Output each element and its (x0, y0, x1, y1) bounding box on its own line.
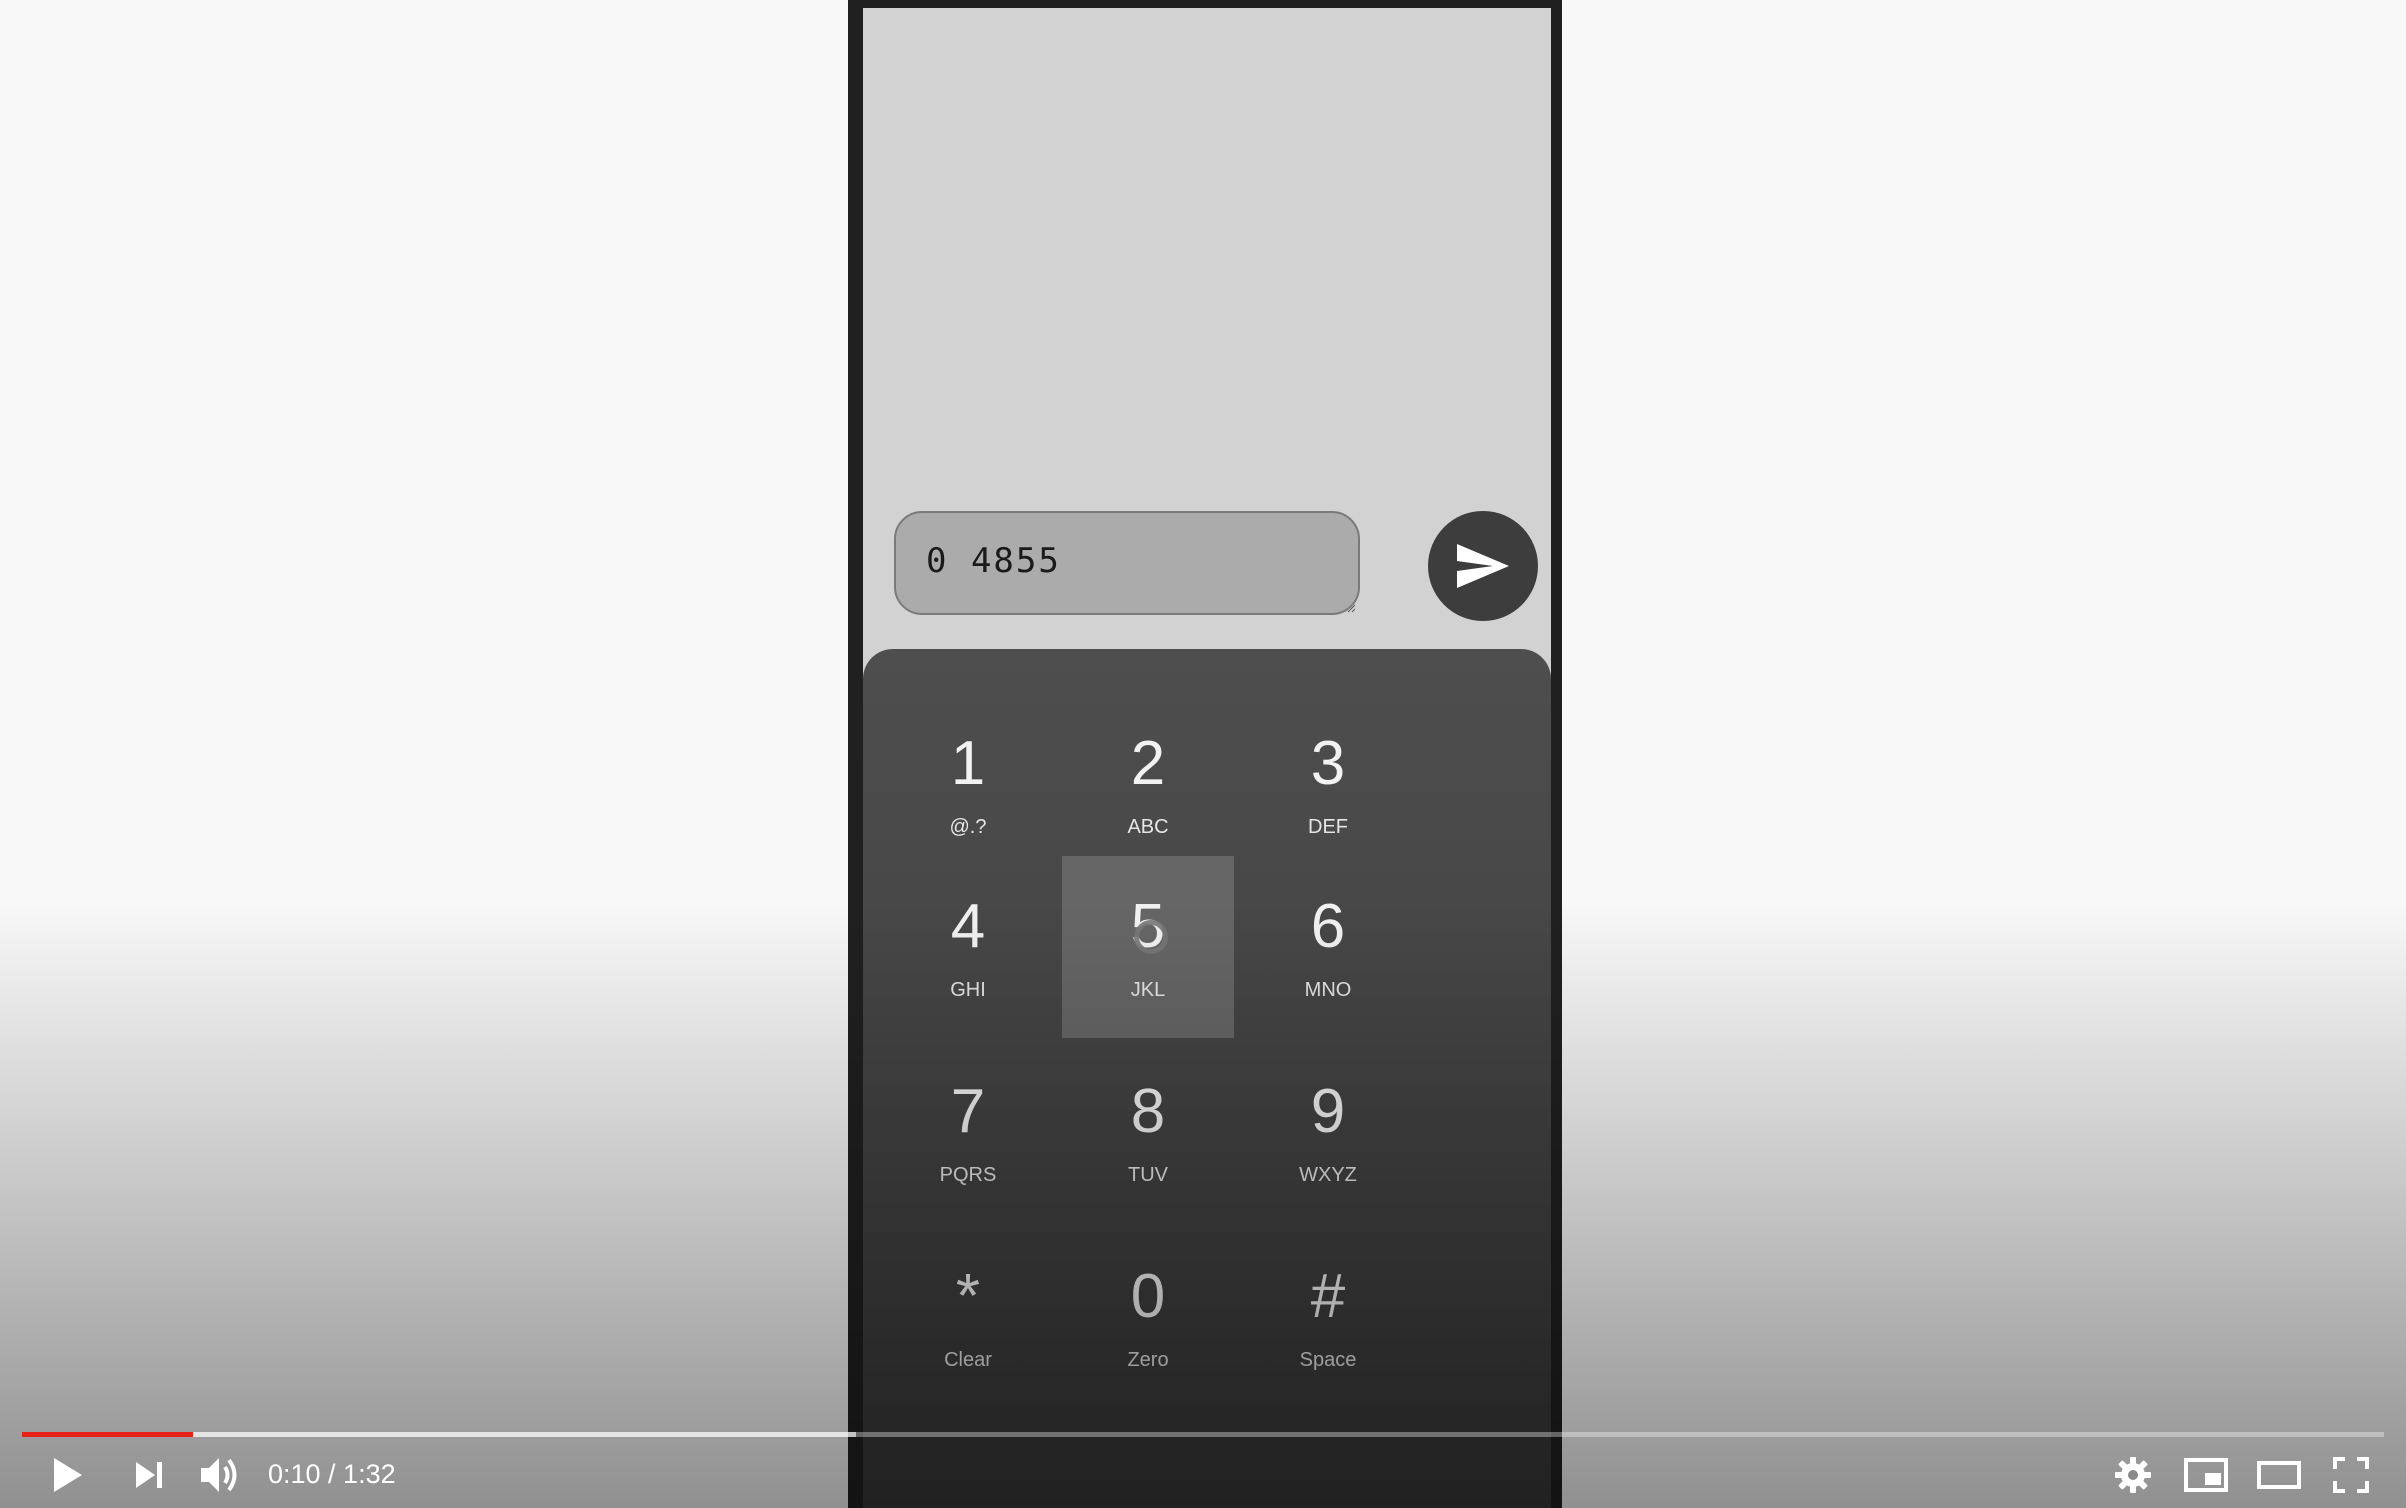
fullscreen-icon (2333, 1457, 2369, 1493)
send-icon (1457, 544, 1509, 588)
dial-keypad: 1 @.? 2 ABC 3 DEF 4 GHI 5 JKL 6 MNO 7 PQRS 8 TUV 9 WXYZ * C… (863, 649, 1551, 1508)
key-1[interactable]: 1 @.? (882, 693, 1054, 875)
key-letters: Clear (944, 1349, 992, 1371)
key-3[interactable]: 3 DEF (1242, 693, 1414, 875)
send-button[interactable] (1428, 511, 1538, 621)
key-letters: Space (1299, 1349, 1357, 1371)
key-digit: 3 (1310, 729, 1346, 798)
theater-mode-button[interactable] (2252, 1450, 2306, 1500)
key-letters: WXYZ (1299, 1164, 1357, 1186)
next-icon (136, 1462, 162, 1488)
play-icon (54, 1458, 82, 1492)
key-letters: ABC (1127, 816, 1169, 838)
key-2[interactable]: 2 ABC (1062, 693, 1234, 875)
key-digit: 8 (1130, 1077, 1166, 1146)
mute-button[interactable] (196, 1450, 246, 1500)
video-frame: 1 @.? 2 ABC 3 DEF 4 GHI 5JKL 6 MNO 7 PQRS 8 TUV 9 WXYZ * C… (0, 0, 2406, 1508)
key-letters: Zero (1127, 1349, 1169, 1371)
key-digit: # (1310, 1262, 1346, 1331)
key-letters: JKL (1130, 979, 1166, 1001)
key-letters: GHI (950, 979, 986, 1001)
key-0[interactable]: 0 Zero (1062, 1226, 1234, 1408)
key-9[interactable]: 9 WXYZ (1242, 1041, 1414, 1223)
resize-grip-icon[interactable] (1346, 603, 1356, 613)
touch-indicator-icon (1134, 920, 1168, 954)
fullscreen-button[interactable] (2326, 1450, 2376, 1500)
play-button[interactable] (42, 1450, 92, 1500)
theater-icon (2257, 1461, 2301, 1489)
key-letters: DEF (1308, 816, 1348, 838)
key-5[interactable]: 5 JKL (1062, 856, 1234, 1038)
key-hash[interactable]: # Space (1242, 1226, 1414, 1408)
key-letters: TUV (1128, 1164, 1168, 1186)
key-letters: @.? (949, 816, 987, 838)
progress-played (22, 1432, 194, 1437)
key-digit: 6 (1310, 892, 1346, 961)
key-6[interactable]: 6 MNO (1242, 856, 1414, 1038)
key-letters: MNO (1304, 979, 1352, 1001)
next-button[interactable] (124, 1450, 174, 1500)
key-digit: 4 (950, 892, 986, 961)
phone-frame: 1 @.? 2 ABC 3 DEF 4 GHI 5JKL 6 MNO 7 PQRS 8 TUV 9 WXYZ * C… (848, 0, 1562, 1508)
key-digit: 2 (1130, 729, 1166, 798)
message-input[interactable] (894, 511, 1360, 615)
miniplayer-button[interactable] (2180, 1450, 2232, 1500)
settings-button[interactable] (2108, 1450, 2158, 1500)
key-digit: 1 (950, 729, 986, 798)
key-star[interactable]: * Clear (882, 1226, 1054, 1408)
volume-icon (201, 1458, 237, 1492)
phone-screen: 1 @.? 2 ABC 3 DEF 4 GHI 5JKL 6 MNO 7 PQRS 8 TUV 9 WXYZ * C… (863, 8, 1551, 1508)
key-digit: 9 (1310, 1077, 1346, 1146)
key-4[interactable]: 4 GHI (882, 856, 1054, 1038)
miniplayer-icon (2184, 1458, 2228, 1492)
key-8[interactable]: 8 TUV (1062, 1041, 1234, 1223)
time-display: 0:10 / 1:32 (268, 1459, 396, 1489)
settings-icon (2115, 1457, 2151, 1493)
key-digit: 7 (950, 1077, 986, 1146)
key-digit: 0 (1130, 1262, 1166, 1331)
key-7[interactable]: 7 PQRS (882, 1041, 1054, 1223)
key-letters: PQRS (939, 1164, 997, 1186)
progress-bar[interactable] (22, 1432, 2384, 1437)
key-digit: * (955, 1262, 981, 1331)
